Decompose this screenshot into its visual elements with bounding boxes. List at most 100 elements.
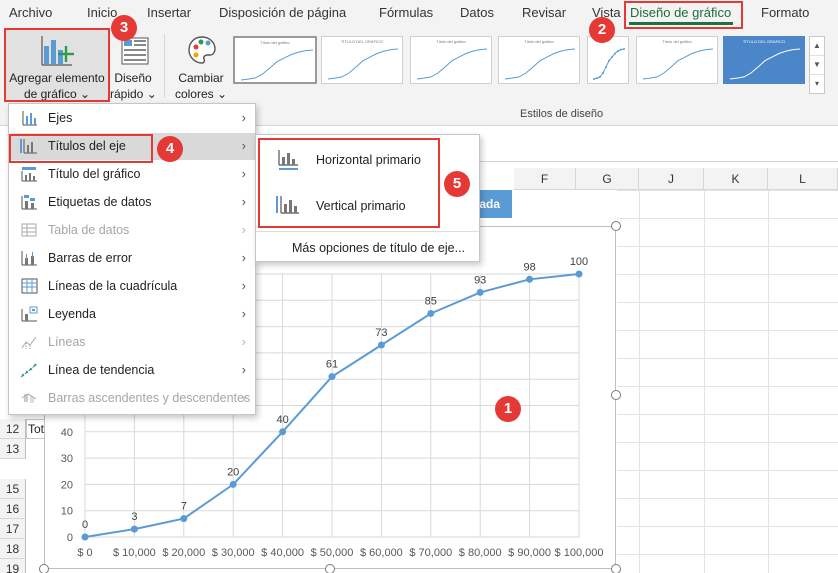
chevron-right-icon: › [241, 110, 246, 125]
chevron-right-icon: › [241, 166, 246, 181]
tab-fórmulas[interactable]: Fórmulas [379, 5, 433, 20]
x-tick-label: $ 50,000 [311, 547, 354, 559]
axes-icon [20, 110, 38, 126]
tab-inicio[interactable]: Inicio [87, 5, 117, 20]
data-label: 40 [276, 414, 288, 426]
chart-style-thumb[interactable]: Título del gráfico [410, 36, 492, 84]
row-header[interactable]: 18 [0, 539, 26, 559]
menu-item-línea-de-tendencia[interactable]: Línea de tendencia › [10, 357, 255, 384]
sheet-gridline [617, 526, 838, 527]
resize-handle[interactable] [611, 564, 621, 573]
step-badge-4: 4 [157, 136, 183, 162]
data-point[interactable] [526, 275, 534, 283]
more-styles-icon[interactable]: ▾ [810, 75, 824, 94]
data-label: 73 [375, 327, 387, 339]
column-header[interactable]: K [704, 168, 768, 190]
row-header[interactable]: 19 [0, 559, 26, 573]
chart-style-thumb[interactable]: Título del gráfico [498, 36, 580, 84]
menu-item-líneas-de-la-cuadrícula[interactable]: Líneas de la cuadrícula › [10, 273, 255, 300]
chart-style-thumb[interactable]: Título del gráfico [636, 36, 718, 84]
y-tick-label: 40 [61, 427, 73, 439]
x-tick-label: $ 40,000 [261, 547, 304, 559]
menu-item-label: Línea de tendencia [48, 363, 155, 377]
chart-style-thumb[interactable]: TÍTULO DEL GRÁFICO [723, 36, 805, 84]
chevron-right-icon: › [241, 306, 246, 321]
data-point[interactable] [427, 309, 435, 317]
menu-item-leyenda[interactable]: Leyenda › [10, 301, 255, 328]
column-header[interactable]: L [768, 168, 838, 190]
step-badge-5: 5 [444, 171, 470, 197]
quick-layout-button[interactable]: Diseño rápido ⌄ [110, 30, 157, 102]
chevron-right-icon: › [241, 278, 246, 293]
data-point[interactable] [180, 515, 188, 523]
data-point[interactable] [377, 341, 385, 349]
data-point[interactable] [476, 288, 484, 296]
data-point[interactable] [130, 525, 138, 533]
menu-item-barras-ascendentes-y-descendentes: Barras ascendentes y descendentes › [10, 385, 255, 412]
resize-handle[interactable] [325, 564, 335, 573]
chart-style-thumb[interactable]: Título del gráfico [233, 36, 317, 84]
tab-datos[interactable]: Datos [460, 5, 494, 20]
x-tick-label: $ 70,000 [409, 547, 452, 559]
chart-style-preview [593, 48, 625, 80]
menu-item-label: Líneas [48, 335, 86, 349]
sheet-gridline [617, 274, 838, 275]
scroll-down-icon[interactable]: ▼ [810, 56, 824, 75]
sheet-gridline [617, 414, 838, 415]
data-point[interactable] [575, 270, 583, 278]
data-point[interactable] [279, 428, 287, 436]
change-colors-button[interactable]: Cambiar colores ⌄ [172, 30, 230, 102]
chevron-right-icon: › [241, 138, 246, 153]
chart-style-thumb[interactable]: TÍTULO DEL GRÁFICO [321, 36, 403, 84]
data-label: 100 [570, 256, 588, 268]
resize-handle[interactable] [611, 221, 621, 231]
tab-archivo[interactable]: Archivo [9, 5, 52, 20]
data-point[interactable] [229, 480, 237, 488]
chevron-right-icon: › [241, 222, 246, 237]
sheet-gridline [704, 190, 705, 573]
menu-item-label: Líneas de la cuadrícula [48, 279, 178, 293]
column-header[interactable]: F [514, 168, 576, 190]
sheet-gridline [768, 190, 769, 573]
data-labels-icon [20, 194, 38, 210]
x-tick-label: $ 100,000 [555, 547, 604, 559]
menu-item-etiquetas-de-datos[interactable]: Etiquetas de datos › [10, 189, 255, 216]
menu-item-barras-de-error[interactable]: Barras de error › [10, 245, 255, 272]
row-header[interactable]: 17 [0, 519, 26, 539]
scroll-up-icon[interactable]: ▲ [810, 37, 824, 56]
highlight-axis-title-options [258, 138, 440, 228]
styles-scroll[interactable]: ▲ ▼ ▾ [809, 36, 825, 94]
data-label: 98 [523, 261, 535, 273]
resize-handle[interactable] [39, 564, 49, 573]
chevron-right-icon: › [241, 390, 246, 405]
sheet-gridline [617, 554, 838, 555]
row-header[interactable]: 13 [0, 439, 26, 459]
menu-item-título-del-gráfico[interactable]: Título del gráfico › [10, 161, 255, 188]
data-label: 20 [227, 466, 239, 478]
more-axis-title-options-link[interactable]: Más opciones de título de eje... [292, 241, 465, 255]
column-header[interactable]: J [639, 168, 704, 190]
tab-insertar[interactable]: Insertar [147, 5, 191, 20]
tab-formato[interactable]: Formato [761, 5, 809, 20]
column-header[interactable]: G [576, 168, 639, 190]
chart-style-preview [327, 48, 399, 80]
cell-total[interactable]: Tot [26, 419, 46, 439]
x-tick-label: $ 0 [77, 547, 92, 559]
chart-style-thumb[interactable] [587, 36, 629, 84]
gridlines-icon [20, 278, 38, 294]
y-tick-label: 20 [61, 479, 73, 491]
data-label: 7 [181, 501, 187, 513]
menu-item-tabla-de-datos: Tabla de datos › [10, 217, 255, 244]
row-header[interactable]: 12 [0, 419, 26, 439]
row-header[interactable]: 16 [0, 499, 26, 519]
data-point[interactable] [328, 373, 336, 381]
row-header[interactable]: 15 [0, 479, 26, 499]
resize-handle[interactable] [611, 390, 621, 400]
menu-item-líneas: Líneas › [10, 329, 255, 356]
tab-disposición-de-página[interactable]: Disposición de página [219, 5, 346, 20]
tab-revisar[interactable]: Revisar [522, 5, 566, 20]
menu-item-ejes[interactable]: Ejes › [10, 105, 255, 132]
menu-item-label: Barras ascendentes y descendentes [48, 391, 251, 405]
x-tick-label: $ 30,000 [212, 547, 255, 559]
data-point[interactable] [81, 533, 89, 541]
